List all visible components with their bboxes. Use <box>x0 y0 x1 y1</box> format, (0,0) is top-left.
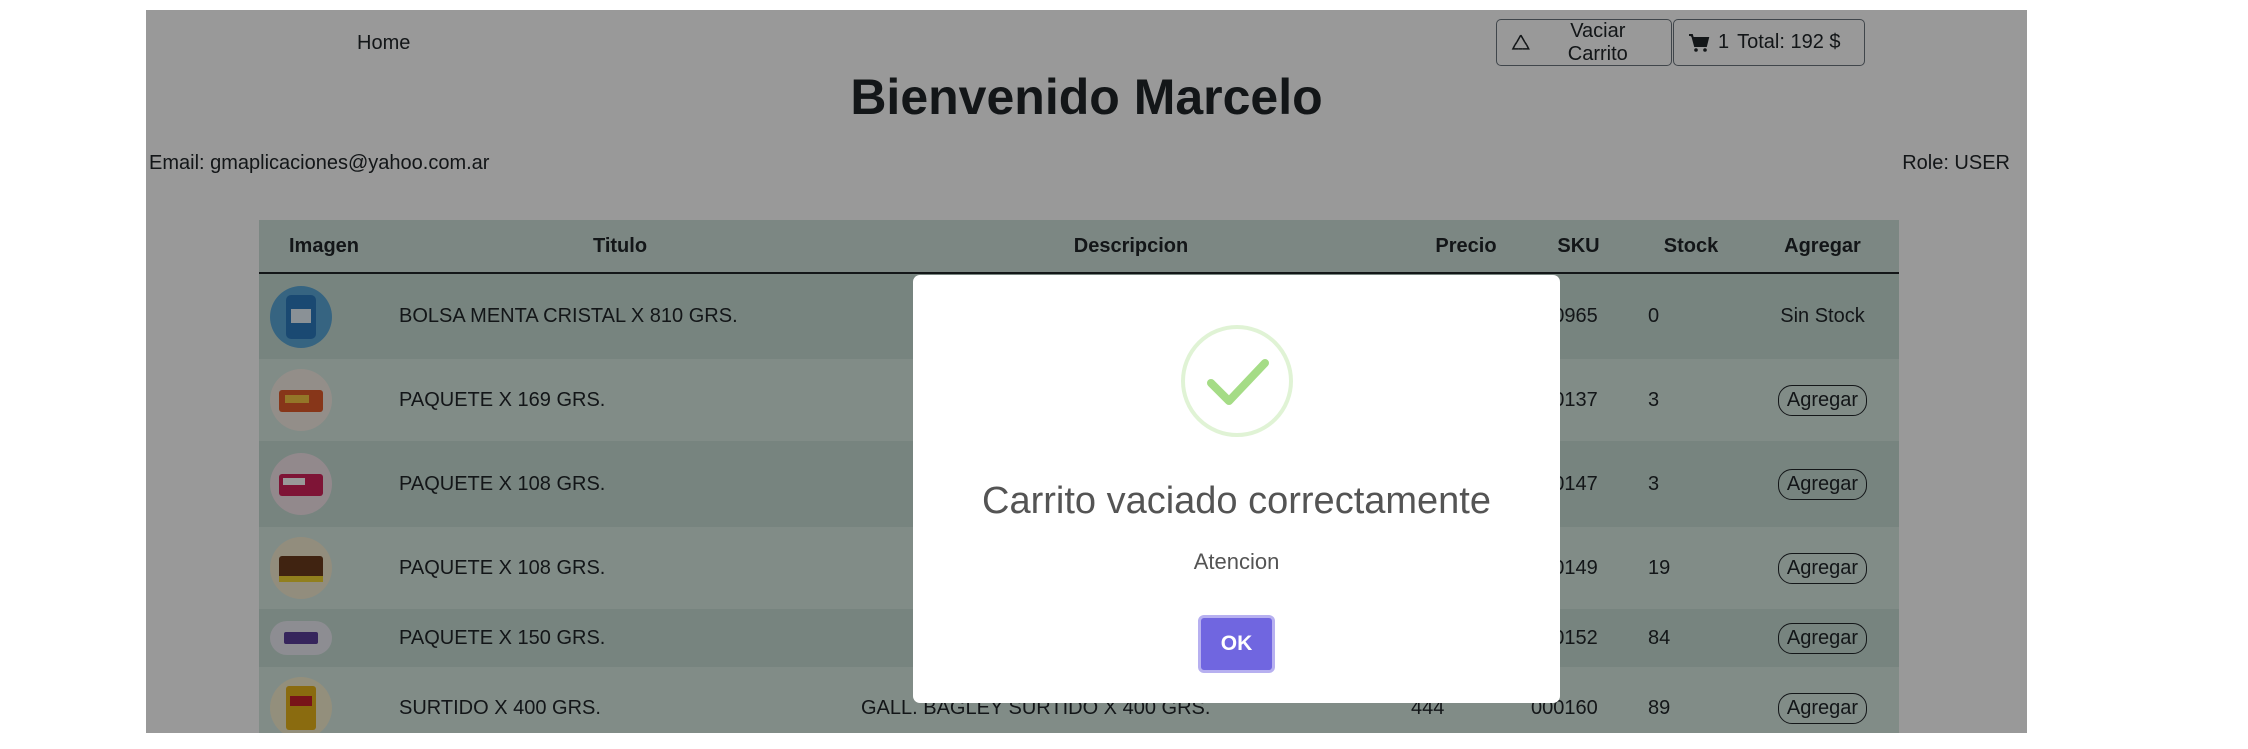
check-icon <box>1207 359 1269 405</box>
dialog-text: Atencion <box>1193 549 1280 574</box>
ok-button[interactable]: OK <box>1198 615 1275 673</box>
alert-dialog: Carrito vaciado correctamente Atencion O… <box>913 275 1560 703</box>
page: Home Vaciar Carrito 1 Total: 192 $ Bienv… <box>146 10 2027 733</box>
success-icon-ring <box>1181 325 1293 437</box>
dialog-title: Carrito vaciado correctamente <box>982 480 1491 522</box>
